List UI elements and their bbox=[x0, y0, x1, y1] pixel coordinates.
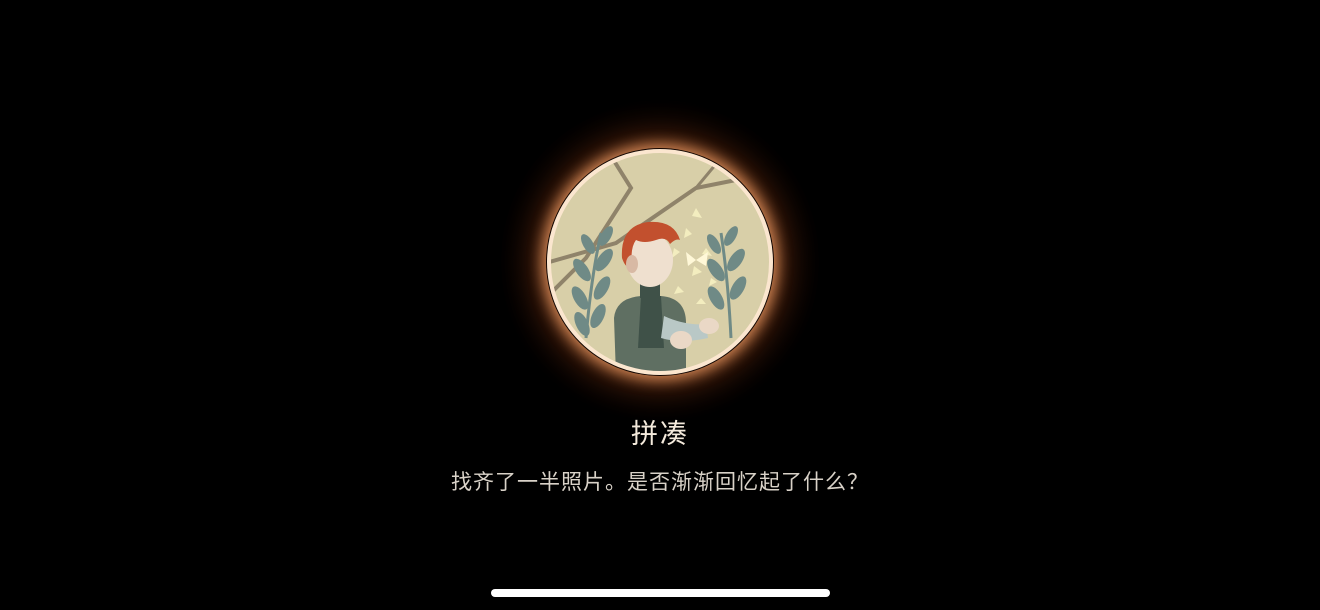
achievement-title: 拼凑 bbox=[631, 419, 689, 450]
achievement-description: 找齐了一半照片。是否渐渐回忆起了什么？ bbox=[451, 470, 869, 494]
achievement-screen[interactable]: 拼凑 找齐了一半照片。是否渐渐回忆起了什么？ bbox=[0, 0, 1320, 610]
home-indicator[interactable] bbox=[491, 589, 830, 597]
achievement-badge bbox=[546, 148, 774, 376]
child-with-butterfly-badge-icon bbox=[547, 149, 773, 375]
